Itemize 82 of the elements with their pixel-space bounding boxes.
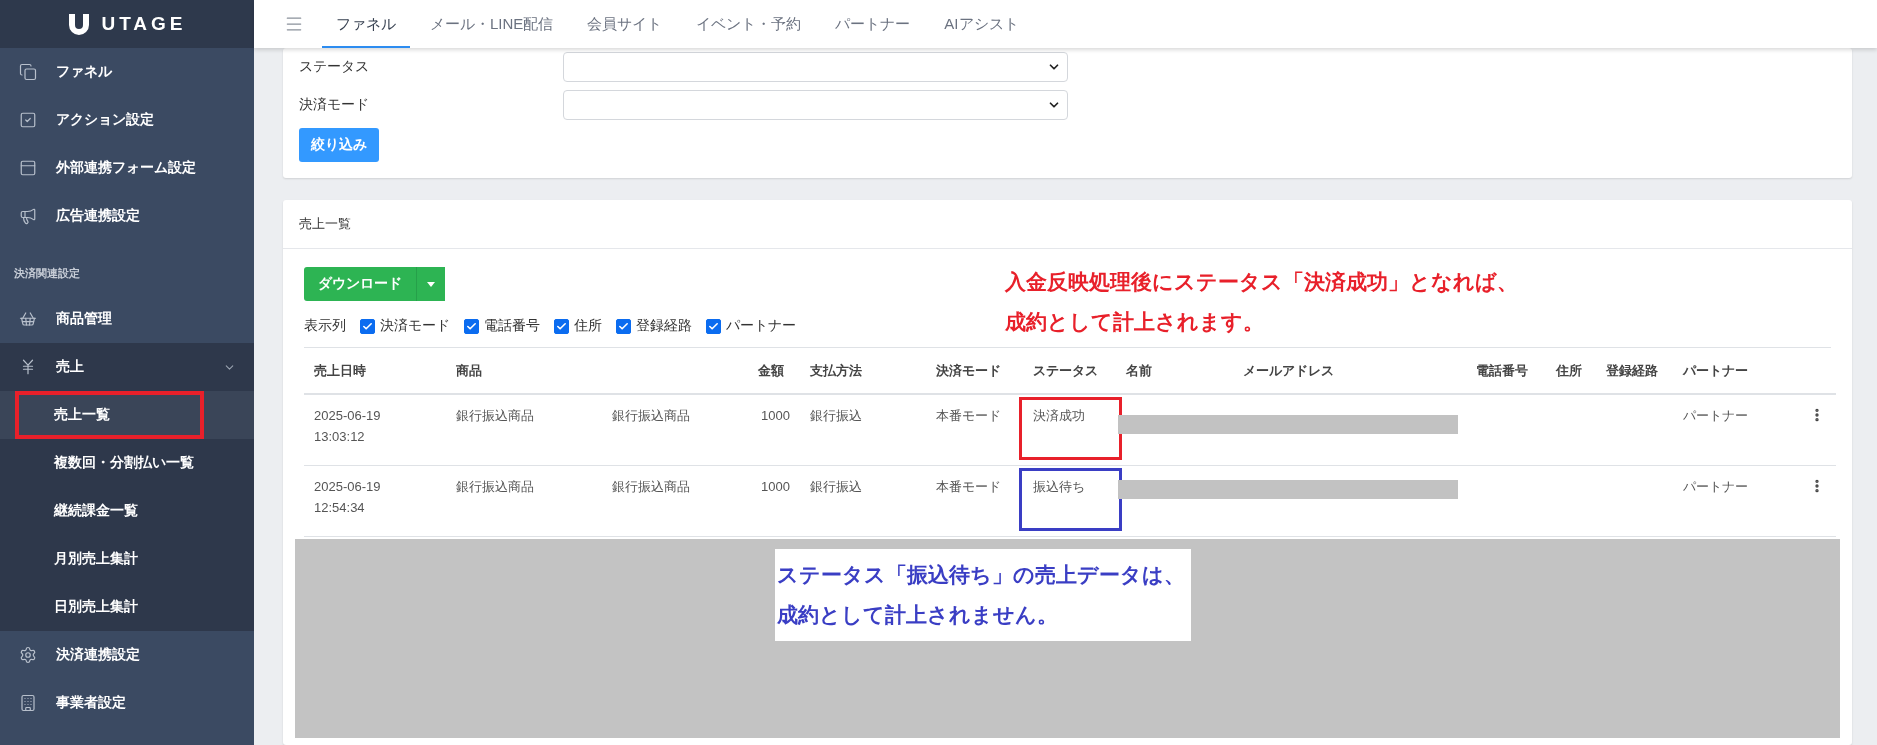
- field-label: 決済モード: [299, 96, 370, 114]
- sidebar-item[interactable]: ファネル: [0, 48, 254, 96]
- sidebar-subitem[interactable]: 売上一覧: [0, 391, 254, 439]
- nav-tab[interactable]: パートナー: [821, 15, 925, 48]
- table-cell: 銀行振込商品: [456, 478, 534, 494]
- nav-tab[interactable]: AIアシスト: [930, 15, 1033, 48]
- logo-icon: [67, 12, 92, 36]
- checkbox[interactable]: [554, 318, 569, 334]
- sidebar-section-label: 決済関連設定: [13, 266, 81, 281]
- sidebar-item[interactable]: 事業者設定: [0, 679, 254, 727]
- columns-label: 表示列: [304, 317, 346, 335]
- column-header: 名前: [1126, 363, 1152, 378]
- column-header: ステータス: [1033, 363, 1098, 378]
- copy-icon: [19, 63, 37, 81]
- column-header: パートナー: [1683, 363, 1748, 378]
- nav-tab[interactable]: 会員サイト: [573, 15, 677, 48]
- status-cell: 振込待ち: [1033, 478, 1085, 494]
- date-cell: 2025-06-19 12:54:34: [314, 478, 381, 516]
- sidebar-item[interactable]: 決済連携設定: [0, 631, 254, 679]
- select-field[interactable]: [563, 90, 1068, 120]
- checkbox-label: 登録経路: [636, 317, 692, 335]
- column-header: 支払方法: [810, 363, 862, 378]
- sidebar-subitem[interactable]: 日別売上集計: [0, 583, 254, 631]
- sidebar-group[interactable]: 売上: [0, 343, 254, 391]
- checkbox[interactable]: [706, 318, 721, 334]
- checkbox[interactable]: [360, 318, 375, 334]
- annotation-text: 成約として計上されます。: [1005, 309, 1265, 335]
- check-icon: [708, 320, 719, 332]
- card-title: 売上一覧: [299, 215, 351, 233]
- status-cell: 決済成功: [1033, 407, 1085, 423]
- table-cell: 銀行振込商品: [612, 478, 690, 494]
- column-header: 電話番号: [1476, 363, 1528, 378]
- table-cell: 銀行振込商品: [456, 407, 534, 423]
- table-cell: パートナー: [1683, 478, 1748, 494]
- megaphone-icon: [19, 207, 37, 225]
- column-header: 登録経路: [1606, 363, 1658, 378]
- settings-icon: [19, 646, 37, 664]
- date-cell: 2025-06-19 13:03:12: [314, 407, 381, 445]
- table-cell: 本番モード: [936, 407, 1001, 423]
- table-cell: パートナー: [1683, 407, 1748, 423]
- table-cell: 銀行振込: [810, 407, 862, 423]
- logo-text: UTAGE: [101, 13, 187, 35]
- check-icon: [466, 320, 477, 332]
- check-icon: [362, 320, 373, 332]
- column-header: 金額: [758, 363, 784, 378]
- column-header: メールアドレス: [1243, 363, 1334, 378]
- sidebar-item[interactable]: 広告連携設定: [0, 192, 254, 240]
- sidebar-item[interactable]: アクション設定: [0, 96, 254, 144]
- column-header: 商品: [456, 363, 482, 378]
- table-cell: 本番モード: [936, 478, 1001, 494]
- sidebar-subitem[interactable]: 月別売上集計: [0, 535, 254, 583]
- basket-icon: [19, 310, 37, 328]
- annotation-text: ステータス「振込待ち」の売上データは、: [777, 561, 1185, 588]
- nav-tab[interactable]: メール・LINE配信: [416, 15, 568, 48]
- column-header: 売上日時: [314, 363, 366, 378]
- table-cell: 1000: [761, 478, 790, 494]
- table-cell: 1000: [761, 407, 790, 423]
- table-cell: 銀行振込商品: [612, 407, 690, 423]
- checkbox[interactable]: [616, 318, 631, 334]
- annotation-text: 成約として計上されません。: [777, 601, 1059, 628]
- form-icon: [19, 159, 37, 177]
- checkbox-label: 電話番号: [484, 317, 540, 335]
- sidebar-subitem[interactable]: 複数回・分割払い一覧: [0, 439, 254, 487]
- column-header: 住所: [1556, 363, 1582, 378]
- table-cell: 銀行振込: [810, 478, 862, 494]
- check-icon: [556, 320, 567, 332]
- nav-tab[interactable]: イベント・予約: [682, 15, 816, 48]
- annotation-text: 入金反映処理後にステータス「決済成功」となれば、: [1005, 269, 1518, 296]
- checkbox-label: 決済モード: [380, 317, 450, 335]
- check-icon: [618, 320, 629, 332]
- checkbox-icon: [19, 111, 37, 129]
- sidebar-subitem[interactable]: 継続課金一覧: [0, 487, 254, 535]
- sidebar-item[interactable]: 商品管理: [0, 295, 254, 343]
- field-label: ステータス: [299, 58, 370, 76]
- select-field[interactable]: [563, 52, 1068, 82]
- sidebar-item[interactable]: 外部連携フォーム設定: [0, 144, 254, 192]
- checkbox-label: 住所: [574, 317, 602, 335]
- checkbox[interactable]: [464, 318, 479, 334]
- caret-icon: [427, 281, 435, 287]
- column-header: 決済モード: [936, 363, 1001, 378]
- checkbox-label: パートナー: [726, 317, 796, 335]
- building-icon: [19, 694, 37, 712]
